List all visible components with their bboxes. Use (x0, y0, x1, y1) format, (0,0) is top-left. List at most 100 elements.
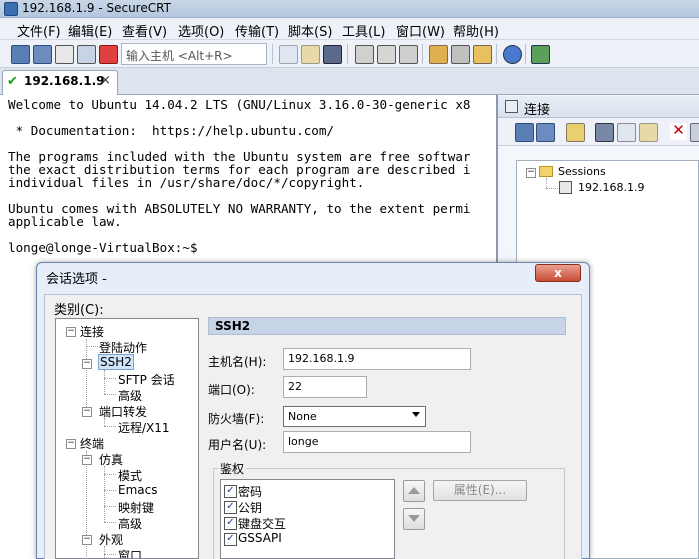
reconnect-icon[interactable] (77, 45, 96, 64)
auth-method-label: 密码 (238, 485, 263, 499)
menu-edit[interactable]: 编辑(E) (68, 21, 112, 40)
chevron-down-icon[interactable] (412, 412, 420, 417)
delete-icon[interactable]: ✕ (670, 123, 687, 140)
connect-panel-toolbar: ✕ (498, 118, 699, 146)
collapse-toggle[interactable]: − (66, 327, 76, 337)
session-options-icon[interactable] (429, 45, 448, 64)
arrow-down-icon (408, 515, 420, 522)
move-down-button[interactable] (403, 508, 425, 530)
tree-node-sessions[interactable]: Sessions (558, 165, 606, 178)
tree-item-ssh2[interactable]: SSH2 (98, 354, 134, 370)
tree-item-emacs[interactable]: Emacs (118, 483, 157, 497)
toolbar-separator (347, 44, 348, 64)
tree-line (546, 188, 558, 189)
tree-item-appearance[interactable]: 外观 (99, 531, 123, 548)
auth-method-label: GSSAPI (238, 531, 282, 545)
menu-file[interactable]: 文件(F) (17, 21, 61, 40)
move-up-button[interactable] (403, 480, 425, 502)
hostname-label: 主机名(H): (208, 355, 267, 369)
username-input[interactable]: longe (283, 431, 471, 453)
connect-icon[interactable] (515, 123, 534, 142)
key-icon[interactable] (473, 45, 492, 64)
tree-item-mapped-keys[interactable]: 映射键 (118, 499, 154, 516)
collapse-toggle[interactable]: − (82, 455, 92, 465)
collapse-toggle[interactable]: − (526, 168, 536, 178)
tree-item-connection[interactable]: 连接 (80, 323, 104, 340)
menu-help[interactable]: 帮助(H) (453, 21, 499, 40)
quick-connect-icon[interactable] (536, 123, 555, 142)
toolbar-separator (496, 44, 497, 64)
firewall-select[interactable]: None (283, 406, 426, 427)
menu-options[interactable]: 选项(O) (178, 21, 224, 40)
auth-method-list[interactable]: ✓ 密码 ✓ 公钥 ✓ 键盘交互 ✓ GSSAPI (220, 479, 395, 559)
terminal-line: * Documentation: https://help.ubuntu.com… (8, 123, 335, 138)
tab-close-icon[interactable]: × (100, 73, 111, 88)
find-icon[interactable] (323, 45, 342, 64)
tree-line (104, 474, 116, 475)
auth-method-label: 公钥 (238, 501, 263, 515)
paste-icon[interactable] (639, 123, 658, 142)
session-icon (559, 181, 572, 194)
checkbox-keyboard-interactive[interactable]: ✓ (224, 517, 237, 530)
checkbox-publickey[interactable]: ✓ (224, 501, 237, 514)
disconnect-icon[interactable] (99, 45, 118, 64)
print-selection-icon[interactable] (377, 45, 396, 64)
terminal-line: Welcome to Ubuntu 14.04.2 LTS (GNU/Linux… (8, 97, 471, 112)
tree-line (86, 346, 98, 347)
cut-icon[interactable] (595, 123, 614, 142)
menu-window[interactable]: 窗口(W) (396, 21, 445, 40)
checkbox-gssapi[interactable]: ✓ (224, 533, 237, 546)
connect-icon[interactable] (11, 45, 30, 64)
tree-item-advanced[interactable]: 高级 (118, 515, 142, 532)
keymap-icon[interactable] (531, 45, 550, 64)
print-icon[interactable] (355, 45, 374, 64)
new-session-icon[interactable] (566, 123, 585, 142)
quick-connect-icon[interactable] (33, 45, 52, 64)
properties-button[interactable]: 属性(E)... (433, 480, 527, 501)
dialog-title: 会话选项 - (46, 272, 107, 287)
folder-icon (539, 166, 553, 177)
menu-view[interactable]: 查看(V) (122, 21, 167, 40)
tree-node-session-192-168-1-9[interactable]: 192.168.1.9 (578, 181, 644, 194)
tree-item-modes[interactable]: 模式 (118, 467, 142, 484)
terminal-line: individual files in /usr/share/doc/*/cop… (8, 175, 365, 190)
collapse-toggle[interactable]: − (82, 407, 92, 417)
username-label: 用户名(U): (208, 438, 267, 452)
collapse-toggle[interactable]: − (82, 359, 92, 369)
tree-line (104, 378, 116, 379)
connect-tab-icon[interactable] (55, 45, 74, 64)
toolbar-separator (272, 44, 273, 64)
hostname-input[interactable]: 192.168.1.9 (283, 348, 471, 370)
connect-panel-title: 连接 (524, 103, 551, 118)
print-setup-icon[interactable] (399, 45, 418, 64)
connected-check-icon: ✔ (7, 74, 18, 89)
menu-transfer[interactable]: 传输(T) (235, 21, 279, 40)
tree-item-window[interactable]: 窗口 (118, 547, 142, 558)
global-options-icon[interactable] (451, 45, 470, 64)
collapse-toggle[interactable]: − (66, 439, 76, 449)
tree-line (86, 339, 87, 411)
collapse-toggle[interactable]: − (82, 535, 92, 545)
tree-item-advanced[interactable]: 高级 (118, 387, 142, 404)
checkbox-password[interactable]: ✓ (224, 485, 237, 498)
tree-item-sftp-session[interactable]: SFTP 会话 (118, 371, 175, 388)
terminal-line: applicable law. (8, 214, 122, 229)
port-input[interactable]: 22 (283, 376, 367, 398)
menu-script[interactable]: 脚本(S) (288, 21, 332, 40)
help-icon[interactable] (503, 45, 522, 64)
menu-tools[interactable]: 工具(L) (342, 21, 385, 40)
tree-line (104, 418, 105, 426)
copy-icon[interactable] (617, 123, 636, 142)
terminal-prompt: longe@longe-VirtualBox:~$ (8, 240, 198, 255)
paste-icon[interactable] (301, 45, 320, 64)
copy-icon[interactable] (279, 45, 298, 64)
close-icon[interactable]: x (535, 264, 581, 282)
tree-item-terminal[interactable]: 终端 (80, 435, 104, 452)
tree-line (104, 522, 116, 523)
category-tree[interactable]: − 连接 登陆动作 − SSH2 SFTP 会话 高级 − 端口转发 远程/X1… (55, 318, 199, 559)
properties-icon[interactable] (690, 123, 699, 142)
tree-item-port-forwarding[interactable]: 端口转发 (99, 403, 147, 420)
tree-item-emulation[interactable]: 仿真 (99, 451, 123, 468)
quick-connect-input[interactable]: 输入主机 <Alt+R> (121, 43, 267, 65)
tree-item-remote-x11[interactable]: 远程/X11 (118, 419, 170, 436)
